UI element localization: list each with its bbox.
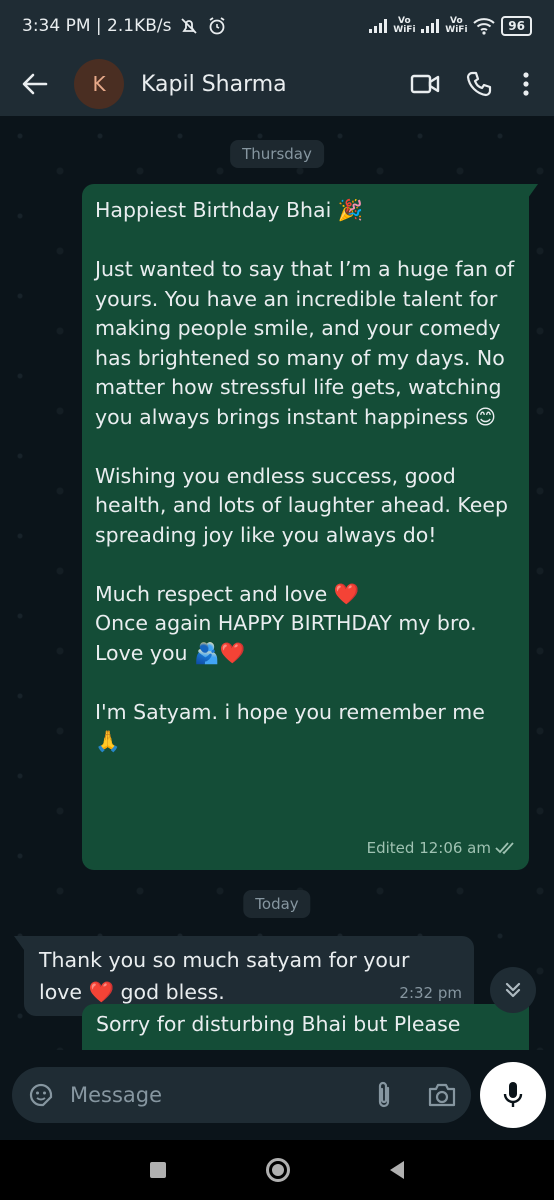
alarm-icon: [209, 17, 225, 35]
message-edited-time: Edited 12:06 am: [366, 838, 491, 857]
home-circle-icon[interactable]: [266, 1158, 290, 1182]
wifi-icon: [473, 18, 495, 35]
incoming-message-text: Thank you so much satyam for your love ❤…: [39, 948, 410, 1004]
sticker-icon: [29, 1083, 53, 1107]
message-input-container: [12, 1067, 471, 1123]
status-time: 3:34 PM | 2.1KB/s: [22, 16, 172, 36]
scroll-to-bottom-button[interactable]: [490, 967, 536, 1013]
composer-bar: [0, 1050, 554, 1140]
status-bar: 3:34 PM | 2.1KB/s Vo WiFi Vo WiFi 96: [0, 0, 554, 52]
contact-name[interactable]: Kapil Sharma: [141, 72, 398, 97]
avatar[interactable]: K: [74, 59, 124, 109]
message-paragraph: Just wanted to say that I’m a huge fan o…: [95, 257, 515, 429]
video-call-button[interactable]: [398, 52, 452, 116]
message-line: Love you 🫂❤️: [95, 640, 246, 665]
sticker-button[interactable]: [12, 1081, 70, 1109]
phone-icon: [466, 71, 492, 97]
message-paragraph: Wishing you endless success, good health…: [95, 463, 509, 547]
back-triangle-icon[interactable]: [390, 1161, 404, 1179]
partial-message-text: Sorry for disturbing Bhai but Please: [96, 1012, 461, 1036]
incoming-bubble-tail: [14, 936, 24, 950]
recents-square-icon[interactable]: [150, 1162, 166, 1178]
more-vertical-icon: [523, 72, 529, 96]
outgoing-message[interactable]: Happiest Birthday Bhai 🎉 Just wanted to …: [82, 184, 529, 870]
voice-record-button[interactable]: [480, 1062, 546, 1128]
voice-call-button[interactable]: [452, 52, 506, 116]
back-button[interactable]: [0, 52, 70, 116]
sim1-vowifi-label: Vo WiFi: [393, 16, 416, 35]
double-chevron-down-icon: [505, 982, 521, 998]
outgoing-bubble-tail: [528, 184, 538, 198]
message-line: Much respect and love ❤️: [95, 581, 360, 606]
battery-indicator: 96: [501, 16, 532, 36]
message-meta: Edited 12:06 am: [367, 834, 517, 864]
signal-2-icon: [421, 19, 440, 33]
camera-icon: [428, 1083, 456, 1107]
message-paragraph: I'm Satyam. i hope you remember me 🙏: [95, 699, 485, 754]
signal-1-icon: [369, 19, 388, 33]
outgoing-message-partial[interactable]: Sorry for disturbing Bhai but Please: [82, 1004, 529, 1050]
message-paragraph: Happiest Birthday Bhai 🎉: [95, 198, 364, 222]
camera-button[interactable]: [413, 1067, 471, 1123]
date-separator-today: Today: [243, 890, 311, 918]
chat-header: K Kapil Sharma: [0, 52, 554, 116]
date-separator-thursday: Thursday: [230, 140, 324, 168]
sim2-vowifi-label: Vo WiFi: [445, 16, 468, 35]
back-arrow-icon: [22, 73, 48, 95]
alarm-off-icon: [181, 18, 198, 34]
double-check-icon: [495, 842, 514, 855]
system-navigation-bar: [0, 1140, 554, 1200]
more-options-button[interactable]: [506, 52, 546, 116]
attach-button[interactable]: [355, 1067, 413, 1123]
video-camera-icon: [410, 74, 440, 94]
message-line: Once again HAPPY BIRTHDAY my bro.: [95, 611, 477, 635]
microphone-icon: [503, 1082, 523, 1107]
message-input[interactable]: [70, 1083, 355, 1107]
chat-area[interactable]: Thursday Happiest Birthday Bhai 🎉 Just w…: [0, 116, 554, 1050]
paperclip-icon: [378, 1081, 390, 1108]
